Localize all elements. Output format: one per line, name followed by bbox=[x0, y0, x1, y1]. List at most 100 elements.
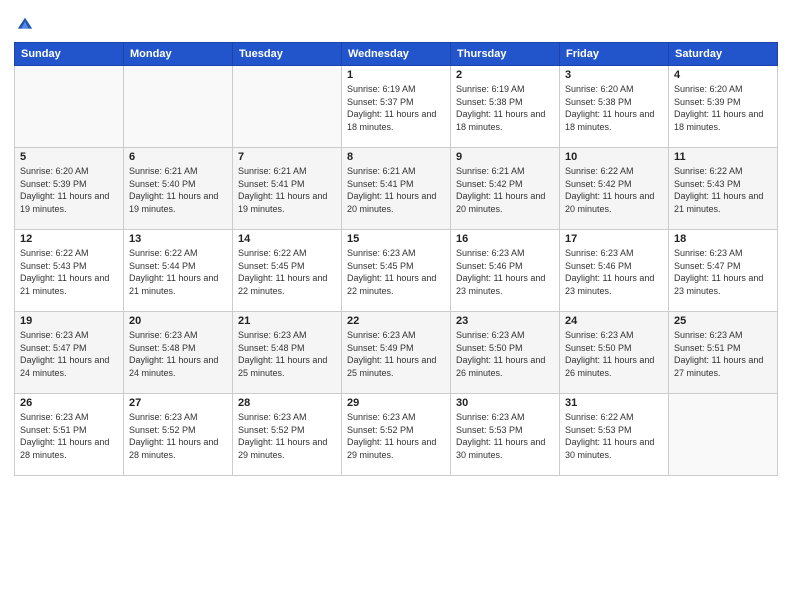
week-row-2: 5 Sunrise: 6:20 AM Sunset: 5:39 PM Daylig… bbox=[15, 148, 778, 230]
day-number: 8 bbox=[347, 151, 445, 163]
page: SundayMondayTuesdayWednesdayThursdayFrid… bbox=[0, 0, 792, 612]
day-info: Sunrise: 6:23 AM Sunset: 5:50 PM Dayligh… bbox=[456, 329, 554, 379]
day-info: Sunrise: 6:22 AM Sunset: 5:43 PM Dayligh… bbox=[674, 165, 772, 215]
day-info: Sunrise: 6:23 AM Sunset: 5:48 PM Dayligh… bbox=[129, 329, 227, 379]
day-cell: 28Sunrise: 6:23 AM Sunset: 5:52 PM Dayli… bbox=[233, 394, 342, 476]
day-cell: 6 Sunrise: 6:21 AM Sunset: 5:40 PM Daylig… bbox=[124, 148, 233, 230]
day-number: 31 bbox=[565, 397, 663, 409]
day-info: Sunrise: 6:23 AM Sunset: 5:46 PM Dayligh… bbox=[565, 247, 663, 297]
logo bbox=[14, 10, 34, 34]
day-cell bbox=[124, 66, 233, 148]
day-number: 7 bbox=[238, 151, 336, 163]
weekday-header-friday: Friday bbox=[560, 43, 669, 66]
day-cell: 30Sunrise: 6:23 AM Sunset: 5:53 PM Dayli… bbox=[451, 394, 560, 476]
day-number: 29 bbox=[347, 397, 445, 409]
day-info: Sunrise: 6:23 AM Sunset: 5:51 PM Dayligh… bbox=[20, 411, 118, 461]
day-cell: 17 Sunrise: 6:23 AM Sunset: 5:46 PM Dayli… bbox=[560, 230, 669, 312]
calendar: SundayMondayTuesdayWednesdayThursdayFrid… bbox=[14, 42, 778, 476]
day-info: Sunrise: 6:23 AM Sunset: 5:47 PM Dayligh… bbox=[20, 329, 118, 379]
weekday-header-monday: Monday bbox=[124, 43, 233, 66]
week-row-3: 12 Sunrise: 6:22 AM Sunset: 5:43 PM Dayli… bbox=[15, 230, 778, 312]
day-info: Sunrise: 6:23 AM Sunset: 5:46 PM Dayligh… bbox=[456, 247, 554, 297]
day-info: Sunrise: 6:23 AM Sunset: 5:49 PM Dayligh… bbox=[347, 329, 445, 379]
day-number: 9 bbox=[456, 151, 554, 163]
day-cell: 5 Sunrise: 6:20 AM Sunset: 5:39 PM Daylig… bbox=[15, 148, 124, 230]
day-info: Sunrise: 6:23 AM Sunset: 5:52 PM Dayligh… bbox=[347, 411, 445, 461]
day-info: Sunrise: 6:21 AM Sunset: 5:40 PM Dayligh… bbox=[129, 165, 227, 215]
day-cell: 18 Sunrise: 6:23 AM Sunset: 5:47 PM Dayli… bbox=[669, 230, 778, 312]
day-info: Sunrise: 6:23 AM Sunset: 5:50 PM Dayligh… bbox=[565, 329, 663, 379]
day-info: Sunrise: 6:23 AM Sunset: 5:48 PM Dayligh… bbox=[238, 329, 336, 379]
day-cell: 22Sunrise: 6:23 AM Sunset: 5:49 PM Dayli… bbox=[342, 312, 451, 394]
weekday-header-sunday: Sunday bbox=[15, 43, 124, 66]
day-cell: 29 Sunrise: 6:23 AM Sunset: 5:52 PM Dayli… bbox=[342, 394, 451, 476]
week-row-4: 19 Sunrise: 6:23 AM Sunset: 5:47 PM Dayli… bbox=[15, 312, 778, 394]
day-info: Sunrise: 6:20 AM Sunset: 5:39 PM Dayligh… bbox=[20, 165, 118, 215]
day-cell bbox=[15, 66, 124, 148]
day-number: 13 bbox=[129, 233, 227, 245]
day-info: Sunrise: 6:22 AM Sunset: 5:43 PM Dayligh… bbox=[20, 247, 118, 297]
day-cell: 31 Sunrise: 6:22 AM Sunset: 5:53 PM Dayli… bbox=[560, 394, 669, 476]
day-info: Sunrise: 6:22 AM Sunset: 5:44 PM Dayligh… bbox=[129, 247, 227, 297]
day-info: Sunrise: 6:21 AM Sunset: 5:41 PM Dayligh… bbox=[347, 165, 445, 215]
day-number: 18 bbox=[674, 233, 772, 245]
day-number: 25 bbox=[674, 315, 772, 327]
day-cell: 25 Sunrise: 6:23 AM Sunset: 5:51 PM Dayli… bbox=[669, 312, 778, 394]
day-number: 27 bbox=[129, 397, 227, 409]
day-info: Sunrise: 6:22 AM Sunset: 5:42 PM Dayligh… bbox=[565, 165, 663, 215]
day-cell: 21Sunrise: 6:23 AM Sunset: 5:48 PM Dayli… bbox=[233, 312, 342, 394]
weekday-header-tuesday: Tuesday bbox=[233, 43, 342, 66]
day-cell: 9 Sunrise: 6:21 AM Sunset: 5:42 PM Daylig… bbox=[451, 148, 560, 230]
week-row-1: 1 Sunrise: 6:19 AM Sunset: 5:37 PM Daylig… bbox=[15, 66, 778, 148]
day-number: 17 bbox=[565, 233, 663, 245]
day-number: 28 bbox=[238, 397, 336, 409]
day-cell: 14 Sunrise: 6:22 AM Sunset: 5:45 PM Dayli… bbox=[233, 230, 342, 312]
day-cell: 19 Sunrise: 6:23 AM Sunset: 5:47 PM Dayli… bbox=[15, 312, 124, 394]
day-number: 30 bbox=[456, 397, 554, 409]
day-info: Sunrise: 6:19 AM Sunset: 5:38 PM Dayligh… bbox=[456, 83, 554, 133]
day-number: 19 bbox=[20, 315, 118, 327]
day-info: Sunrise: 6:23 AM Sunset: 5:47 PM Dayligh… bbox=[674, 247, 772, 297]
day-info: Sunrise: 6:23 AM Sunset: 5:52 PM Dayligh… bbox=[129, 411, 227, 461]
day-cell: 8 Sunrise: 6:21 AM Sunset: 5:41 PM Daylig… bbox=[342, 148, 451, 230]
day-number: 11 bbox=[674, 151, 772, 163]
day-number: 6 bbox=[129, 151, 227, 163]
day-info: Sunrise: 6:23 AM Sunset: 5:51 PM Dayligh… bbox=[674, 329, 772, 379]
day-cell: 1 Sunrise: 6:19 AM Sunset: 5:37 PM Daylig… bbox=[342, 66, 451, 148]
day-number: 1 bbox=[347, 69, 445, 81]
day-cell: 7Sunrise: 6:21 AM Sunset: 5:41 PM Daylig… bbox=[233, 148, 342, 230]
day-number: 20 bbox=[129, 315, 227, 327]
day-info: Sunrise: 6:21 AM Sunset: 5:42 PM Dayligh… bbox=[456, 165, 554, 215]
day-cell: 11 Sunrise: 6:22 AM Sunset: 5:43 PM Dayli… bbox=[669, 148, 778, 230]
day-cell bbox=[233, 66, 342, 148]
day-cell: 10Sunrise: 6:22 AM Sunset: 5:42 PM Dayli… bbox=[560, 148, 669, 230]
day-number: 4 bbox=[674, 69, 772, 81]
day-cell: 12 Sunrise: 6:22 AM Sunset: 5:43 PM Dayli… bbox=[15, 230, 124, 312]
day-number: 2 bbox=[456, 69, 554, 81]
day-info: Sunrise: 6:20 AM Sunset: 5:39 PM Dayligh… bbox=[674, 83, 772, 133]
day-number: 3 bbox=[565, 69, 663, 81]
weekday-header-wednesday: Wednesday bbox=[342, 43, 451, 66]
weekday-header-row: SundayMondayTuesdayWednesdayThursdayFrid… bbox=[15, 43, 778, 66]
header bbox=[14, 10, 778, 34]
day-info: Sunrise: 6:23 AM Sunset: 5:45 PM Dayligh… bbox=[347, 247, 445, 297]
day-number: 14 bbox=[238, 233, 336, 245]
day-number: 15 bbox=[347, 233, 445, 245]
day-cell: 15 Sunrise: 6:23 AM Sunset: 5:45 PM Dayli… bbox=[342, 230, 451, 312]
day-cell: 16 Sunrise: 6:23 AM Sunset: 5:46 PM Dayli… bbox=[451, 230, 560, 312]
day-cell: 26Sunrise: 6:23 AM Sunset: 5:51 PM Dayli… bbox=[15, 394, 124, 476]
day-cell: 20 Sunrise: 6:23 AM Sunset: 5:48 PM Dayli… bbox=[124, 312, 233, 394]
day-cell: 4 Sunrise: 6:20 AM Sunset: 5:39 PM Daylig… bbox=[669, 66, 778, 148]
day-number: 5 bbox=[20, 151, 118, 163]
day-number: 24 bbox=[565, 315, 663, 327]
weekday-header-saturday: Saturday bbox=[669, 43, 778, 66]
logo-icon bbox=[16, 16, 34, 34]
day-number: 16 bbox=[456, 233, 554, 245]
day-info: Sunrise: 6:19 AM Sunset: 5:37 PM Dayligh… bbox=[347, 83, 445, 133]
day-cell: 27 Sunrise: 6:23 AM Sunset: 5:52 PM Dayli… bbox=[124, 394, 233, 476]
day-cell: 13 Sunrise: 6:22 AM Sunset: 5:44 PM Dayli… bbox=[124, 230, 233, 312]
day-info: Sunrise: 6:22 AM Sunset: 5:53 PM Dayligh… bbox=[565, 411, 663, 461]
day-info: Sunrise: 6:20 AM Sunset: 5:38 PM Dayligh… bbox=[565, 83, 663, 133]
day-info: Sunrise: 6:22 AM Sunset: 5:45 PM Dayligh… bbox=[238, 247, 336, 297]
day-number: 12 bbox=[20, 233, 118, 245]
